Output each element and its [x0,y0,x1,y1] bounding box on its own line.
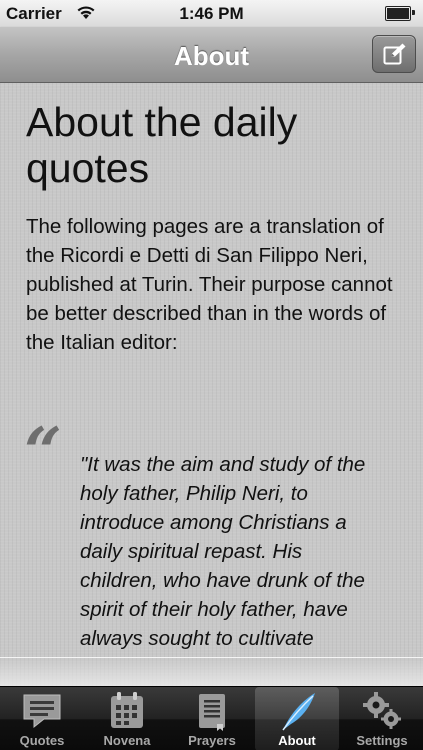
tab-prayers[interactable]: Prayers [170,687,254,750]
tab-novena[interactable]: Novena [85,687,169,750]
clock: 1:46 PM [179,4,244,23]
intro-paragraph: The following pages are a translation of… [26,215,393,354]
tab-label: Prayers [188,733,236,748]
gears-icon [363,692,401,729]
about-screen: Carrier 1:46 PM About About the daily qu… [0,0,423,750]
tab-quotes[interactable]: Quotes [0,687,84,750]
battery-icon [385,6,415,21]
quotation-mark-icon: “ [24,413,62,491]
calendar-icon [111,692,143,728]
about-content[interactable]: About the daily quotes The following pag… [0,83,423,686]
scroll-fade-overlay [0,657,423,686]
page-title: About [173,41,250,71]
navigation-bar: About [0,27,423,83]
tab-settings[interactable]: Settings [340,687,423,750]
tab-label: Novena [103,733,151,748]
quote-paragraph: "It was the aim and study of the holy fa… [80,453,366,650]
tab-bar: Quotes Novena Prayers About Settings [0,686,423,750]
tab-about[interactable]: About [255,687,339,750]
tab-label: Quotes [19,733,65,748]
speech-bubble-icon [23,694,61,729]
quill-icon [282,693,315,731]
tab-label: About [278,733,316,748]
book-icon [199,694,225,731]
compose-button[interactable] [372,35,416,73]
tab-label: Settings [356,733,408,748]
status-bar: Carrier 1:46 PM [0,0,423,27]
compose-icon [383,43,406,65]
content-heading: About the daily quotes [26,99,298,191]
